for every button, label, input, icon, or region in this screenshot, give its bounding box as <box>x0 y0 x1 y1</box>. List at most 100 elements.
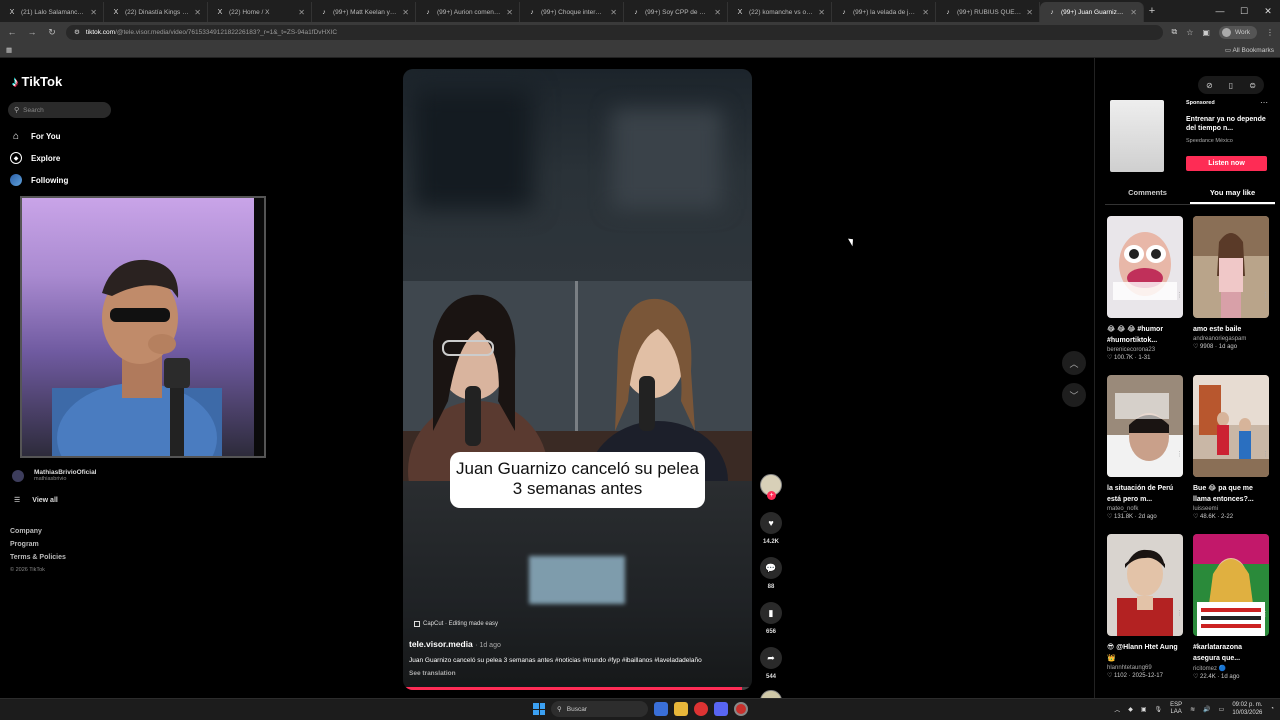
browser-tab[interactable]: ♪ (99+) Choque internacio ✕ <box>520 2 624 22</box>
security-icon[interactable]: ▣ <box>1141 706 1147 713</box>
message-icon[interactable]: ⊜ <box>1249 81 1256 90</box>
browser-tab[interactable]: X (22) Dinastía Kings 👑 al ✕ <box>104 2 208 22</box>
tab-comments[interactable]: Comments <box>1105 185 1190 204</box>
share-action[interactable]: ➦ 544 <box>758 647 784 680</box>
card-thumbnail[interactable] <box>1107 534 1183 636</box>
task-view-icon[interactable] <box>654 702 668 716</box>
browser-tab[interactable]: X (22) Home / X ✕ <box>208 2 312 22</box>
browser-tab[interactable]: ♪ (99+) Soy CPP de papito ✕ <box>624 2 728 22</box>
tab-close-icon[interactable]: ✕ <box>610 8 617 17</box>
chrome-icon[interactable] <box>694 702 708 716</box>
start-button[interactable] <box>533 703 545 715</box>
video-progress-bar[interactable] <box>403 687 752 690</box>
browser-tab[interactable]: ♪ (99+) RUBIUS QUEDÓ ID ✕ <box>936 2 1040 22</box>
comment-action[interactable]: 💬 88 <box>758 557 784 590</box>
tab-close-icon[interactable]: ✕ <box>298 8 305 17</box>
capcut-tag[interactable]: CapCut · Editing made easy <box>414 621 498 627</box>
battery-icon[interactable]: ▭ <box>1219 706 1225 713</box>
wifi-icon[interactable]: ≋ <box>1190 706 1195 713</box>
notifications-icon[interactable]: ◔ <box>1270 706 1274 712</box>
video-author[interactable]: tele.visor.media · 1d ago <box>409 639 501 649</box>
card-more-icon[interactable]: ⋮ <box>1176 450 1183 458</box>
ad-title[interactable]: Entrenar ya no depende del tiempo n... <box>1186 115 1274 133</box>
clock[interactable]: 09:02 p. m. 10/03/2026 <box>1232 701 1262 717</box>
extensions-icon[interactable]: ▣ <box>1202 28 1210 37</box>
nav-explore[interactable]: ◆ Explore <box>10 152 60 164</box>
card-thumbnail[interactable] <box>1193 216 1269 318</box>
recommended-card[interactable]: 😎 @Hlann Htet Aung 👑 hlannhtetaung69 ♡ 1… <box>1107 534 1183 679</box>
tab-you-may-like[interactable]: You may like <box>1190 185 1275 204</box>
minimize-button[interactable]: — <box>1208 0 1232 22</box>
save-action[interactable]: ▮ 656 <box>758 602 784 635</box>
tab-close-icon[interactable]: ✕ <box>922 8 929 17</box>
all-bookmarks-button[interactable]: ▭ All Bookmarks <box>1225 46 1274 54</box>
discord-icon[interactable] <box>714 702 728 716</box>
address-bar[interactable]: ⚙ tiktok.com/@tele.visor.media/video/761… <box>66 24 1164 40</box>
previous-video-button[interactable]: ︿ <box>1062 351 1086 375</box>
browser-tab[interactable]: ♪ (99+) Aurion comenta que ✕ <box>416 2 520 22</box>
like-action[interactable]: ♥ 14.2K <box>758 512 784 545</box>
video-player[interactable]: Juan Guarnizo canceló su pelea 3 semanas… <box>403 69 752 690</box>
close-window-button[interactable]: ✕ <box>1256 0 1280 22</box>
recommended-card[interactable]: amo este baile andreanoriegaspam ♡ 9908 … <box>1193 216 1269 350</box>
next-video-button[interactable]: ﹀ <box>1062 383 1086 407</box>
site-info-icon[interactable]: ⚙ <box>74 28 80 36</box>
ad-thumbnail[interactable] <box>1110 100 1164 172</box>
profile-button[interactable]: Work <box>1218 25 1257 39</box>
recommended-card[interactable]: Bue 😂 pa que me llama entonces?... luiss… <box>1193 375 1269 520</box>
footer-program[interactable]: Program <box>10 541 66 548</box>
recommended-card[interactable]: #karlatarazona asegura que... ricitomez … <box>1193 534 1269 680</box>
share-icon[interactable]: ➦ <box>760 647 782 669</box>
forward-icon[interactable]: → <box>26 27 38 37</box>
card-more-icon[interactable]: ⋮ <box>1262 450 1269 458</box>
phone-icon[interactable]: ▯ <box>1229 81 1233 90</box>
ad-cta-button[interactable]: Listen now <box>1186 156 1267 171</box>
tray-overflow-icon[interactable]: ︿ <box>1114 705 1120 714</box>
volume-icon[interactable]: 🔊 <box>1203 706 1210 713</box>
card-more-icon[interactable]: ⋮ <box>1262 291 1269 299</box>
browser-tab[interactable]: X (21) Lalo Salamanca on X: ✕ <box>0 2 104 22</box>
no-entry-icon[interactable]: ⊘ <box>1206 81 1213 90</box>
card-more-icon[interactable]: ⋮ <box>1176 291 1183 299</box>
browser-tab[interactable]: ♪ (99+) Juan Guarnizo c ✕ <box>1040 2 1144 22</box>
taskbar-search[interactable]: ⚲ Buscar <box>551 701 648 717</box>
card-thumbnail[interactable] <box>1193 534 1269 636</box>
tab-close-icon[interactable]: ✕ <box>714 8 721 17</box>
view-all-button[interactable]: ☰ View all <box>14 496 58 505</box>
back-icon[interactable]: ← <box>6 27 18 37</box>
ad-more-icon[interactable]: ⋯ <box>1260 98 1268 107</box>
footer-terms[interactable]: Terms & Policies <box>10 554 66 561</box>
browser-tab[interactable]: ♪ (99+) la velada de juan 4 ✕ <box>832 2 936 22</box>
recommended-card[interactable]: la situación de Perú está pero m... mate… <box>1107 375 1183 520</box>
browser-menu-icon[interactable]: ⋮ <box>1266 28 1274 37</box>
new-tab-button[interactable]: + <box>1144 2 1160 22</box>
following-account[interactable]: MathiasBrivioOficial mathiasbrivio <box>12 469 97 482</box>
card-thumbnail[interactable] <box>1193 375 1269 477</box>
card-thumbnail[interactable] <box>1107 216 1183 318</box>
chrome-active-icon[interactable] <box>734 702 748 716</box>
card-more-icon[interactable]: ⋮ <box>1176 609 1183 617</box>
bookmark-icon[interactable]: ▮ <box>760 602 782 624</box>
tab-close-icon[interactable]: ✕ <box>506 8 513 17</box>
tab-close-icon[interactable]: ✕ <box>818 8 825 17</box>
see-translation-link[interactable]: See translation <box>409 670 456 677</box>
tab-close-icon[interactable]: ✕ <box>90 8 97 17</box>
follow-plus-icon[interactable]: + <box>767 491 776 500</box>
card-more-icon[interactable]: ⋮ <box>1262 610 1269 618</box>
browser-tab[interactable]: ♪ (99+) Matt Keelan y su he ✕ <box>312 2 416 22</box>
comment-icon[interactable]: 💬 <box>760 557 782 579</box>
tab-close-icon[interactable]: ✕ <box>1130 8 1137 17</box>
file-explorer-icon[interactable] <box>674 702 688 716</box>
tab-close-icon[interactable]: ✕ <box>402 8 409 17</box>
reload-icon[interactable]: ↻ <box>46 27 58 38</box>
language-indicator[interactable]: ESP LAA <box>1170 702 1182 716</box>
browser-tab[interactable]: X (22) komanche vs on X: " ✕ <box>728 2 832 22</box>
install-app-icon[interactable]: ⧉ <box>1171 27 1177 37</box>
footer-company[interactable]: Company <box>10 528 66 535</box>
network-app-icon[interactable]: ◆ <box>1128 706 1133 713</box>
heart-icon[interactable]: ♥ <box>760 512 782 534</box>
card-thumbnail[interactable] <box>1107 375 1183 477</box>
nav-for-you[interactable]: ⌂ For You <box>10 130 61 142</box>
tab-close-icon[interactable]: ✕ <box>194 8 201 17</box>
creator-avatar[interactable]: + <box>760 474 782 500</box>
